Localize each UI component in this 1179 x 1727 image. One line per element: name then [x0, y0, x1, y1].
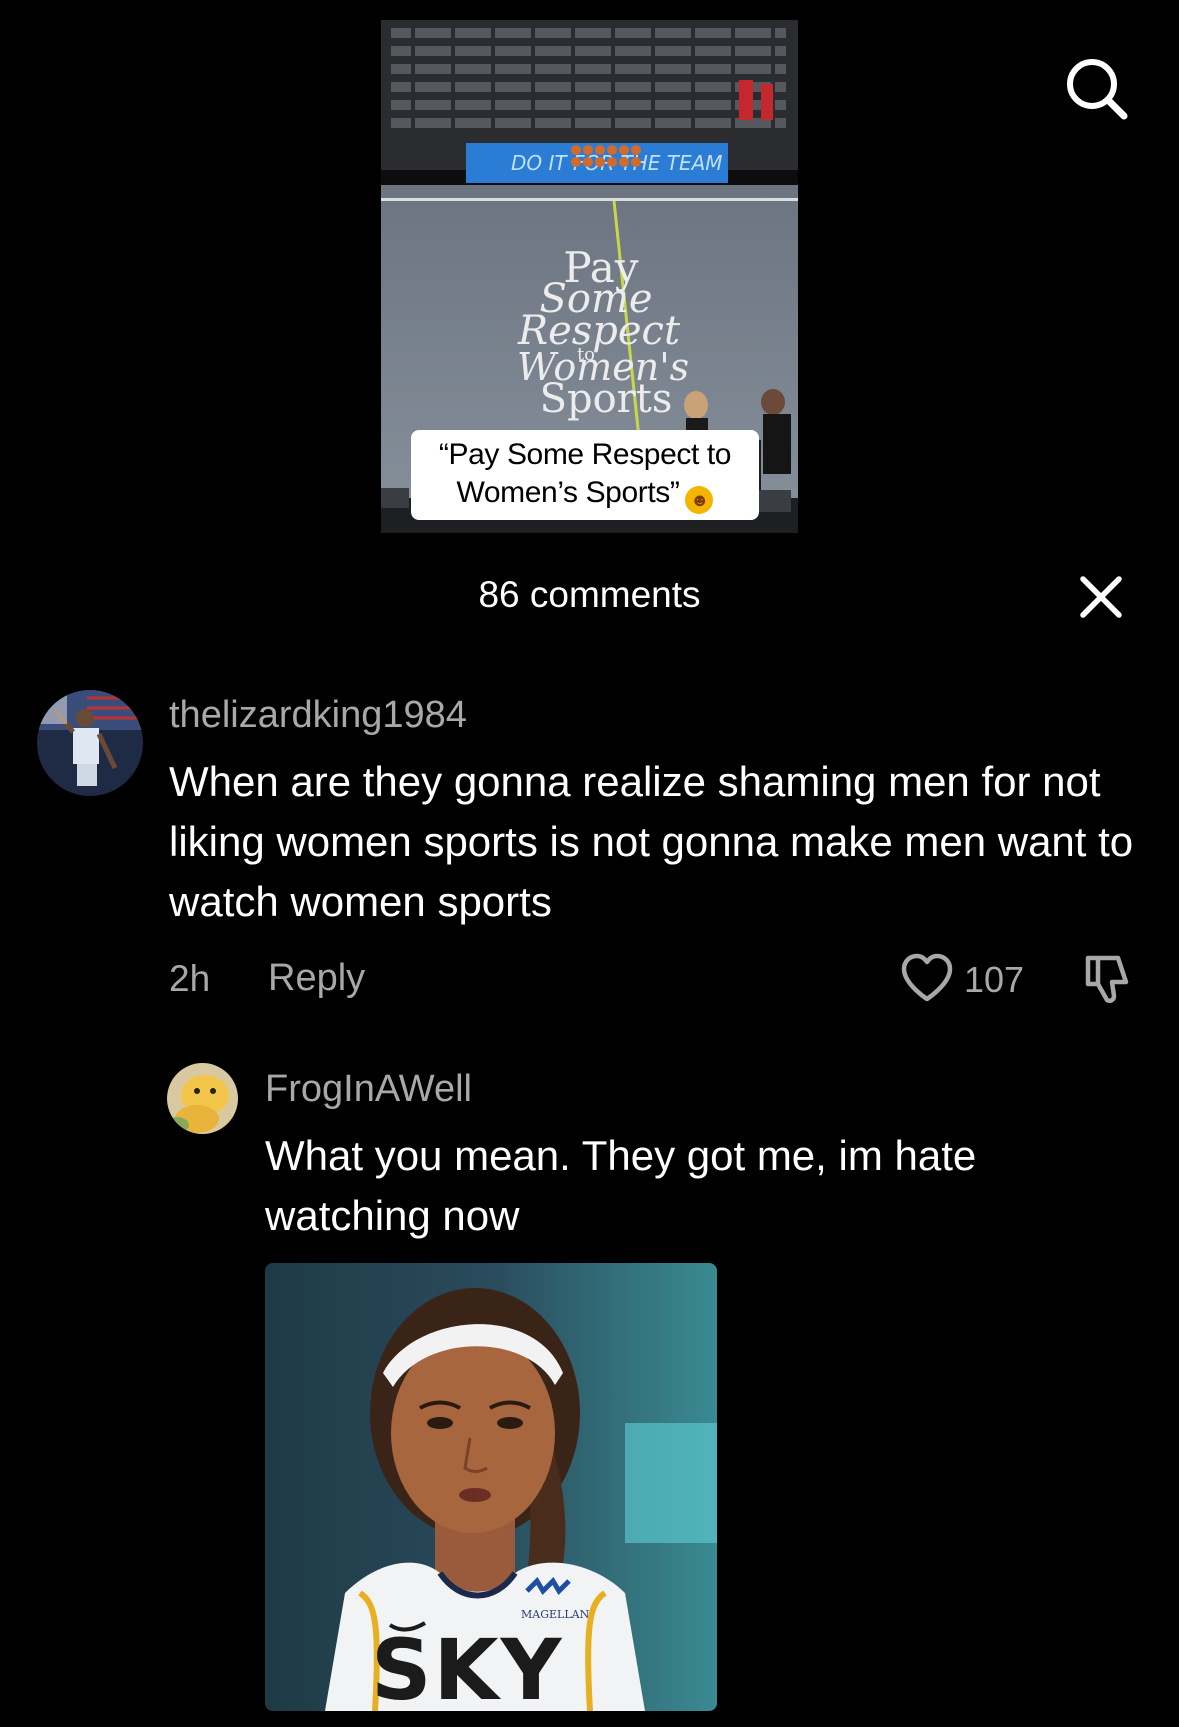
comment-attached-image[interactable]: MAGELLAN SKY	[265, 1263, 717, 1711]
search-icon	[1067, 59, 1128, 120]
video-thumbnail[interactable]: DO IT FOR THE TEAM Pay Some Respect to W…	[381, 20, 798, 533]
reply-avatar[interactable]	[167, 1063, 238, 1134]
dislike-button[interactable]	[1080, 952, 1136, 1008]
like-button[interactable]	[900, 953, 954, 1003]
court-word-6: Sports	[540, 376, 673, 422]
close-comments-button[interactable]	[1076, 572, 1126, 622]
like-count: 107	[964, 959, 1025, 1000]
comment-username[interactable]: FrogInAWell	[265, 1068, 472, 1111]
search-button[interactable]	[1060, 52, 1132, 124]
comments-count: 86 comments	[478, 574, 701, 615]
avatar[interactable]	[37, 690, 143, 796]
avatar-image	[37, 690, 143, 796]
avatar-image	[167, 1063, 238, 1134]
jersey-text: SKY	[371, 1621, 564, 1711]
heart-outline-icon	[901, 953, 953, 1002]
comment-username[interactable]: thelizardking1984	[169, 694, 467, 737]
reply-button[interactable]: Reply	[268, 957, 365, 1000]
video-caption: “Pay Some Respect to Women’s Sports” ☻	[411, 430, 759, 520]
comment-time: 2h	[169, 958, 211, 999]
face-with-steam-emoji-icon: ☻	[685, 486, 714, 514]
close-icon	[1080, 576, 1122, 618]
jersey-sponsor-text: MAGELLAN	[521, 1608, 590, 1621]
thumbs-down-icon	[1085, 955, 1129, 1004]
comment-text: When are they gonna realize shaming men …	[169, 758, 1134, 925]
comment-text: What you mean. They got me, im hate watc…	[265, 1132, 977, 1239]
comments-header: 86 comments	[0, 566, 1179, 626]
